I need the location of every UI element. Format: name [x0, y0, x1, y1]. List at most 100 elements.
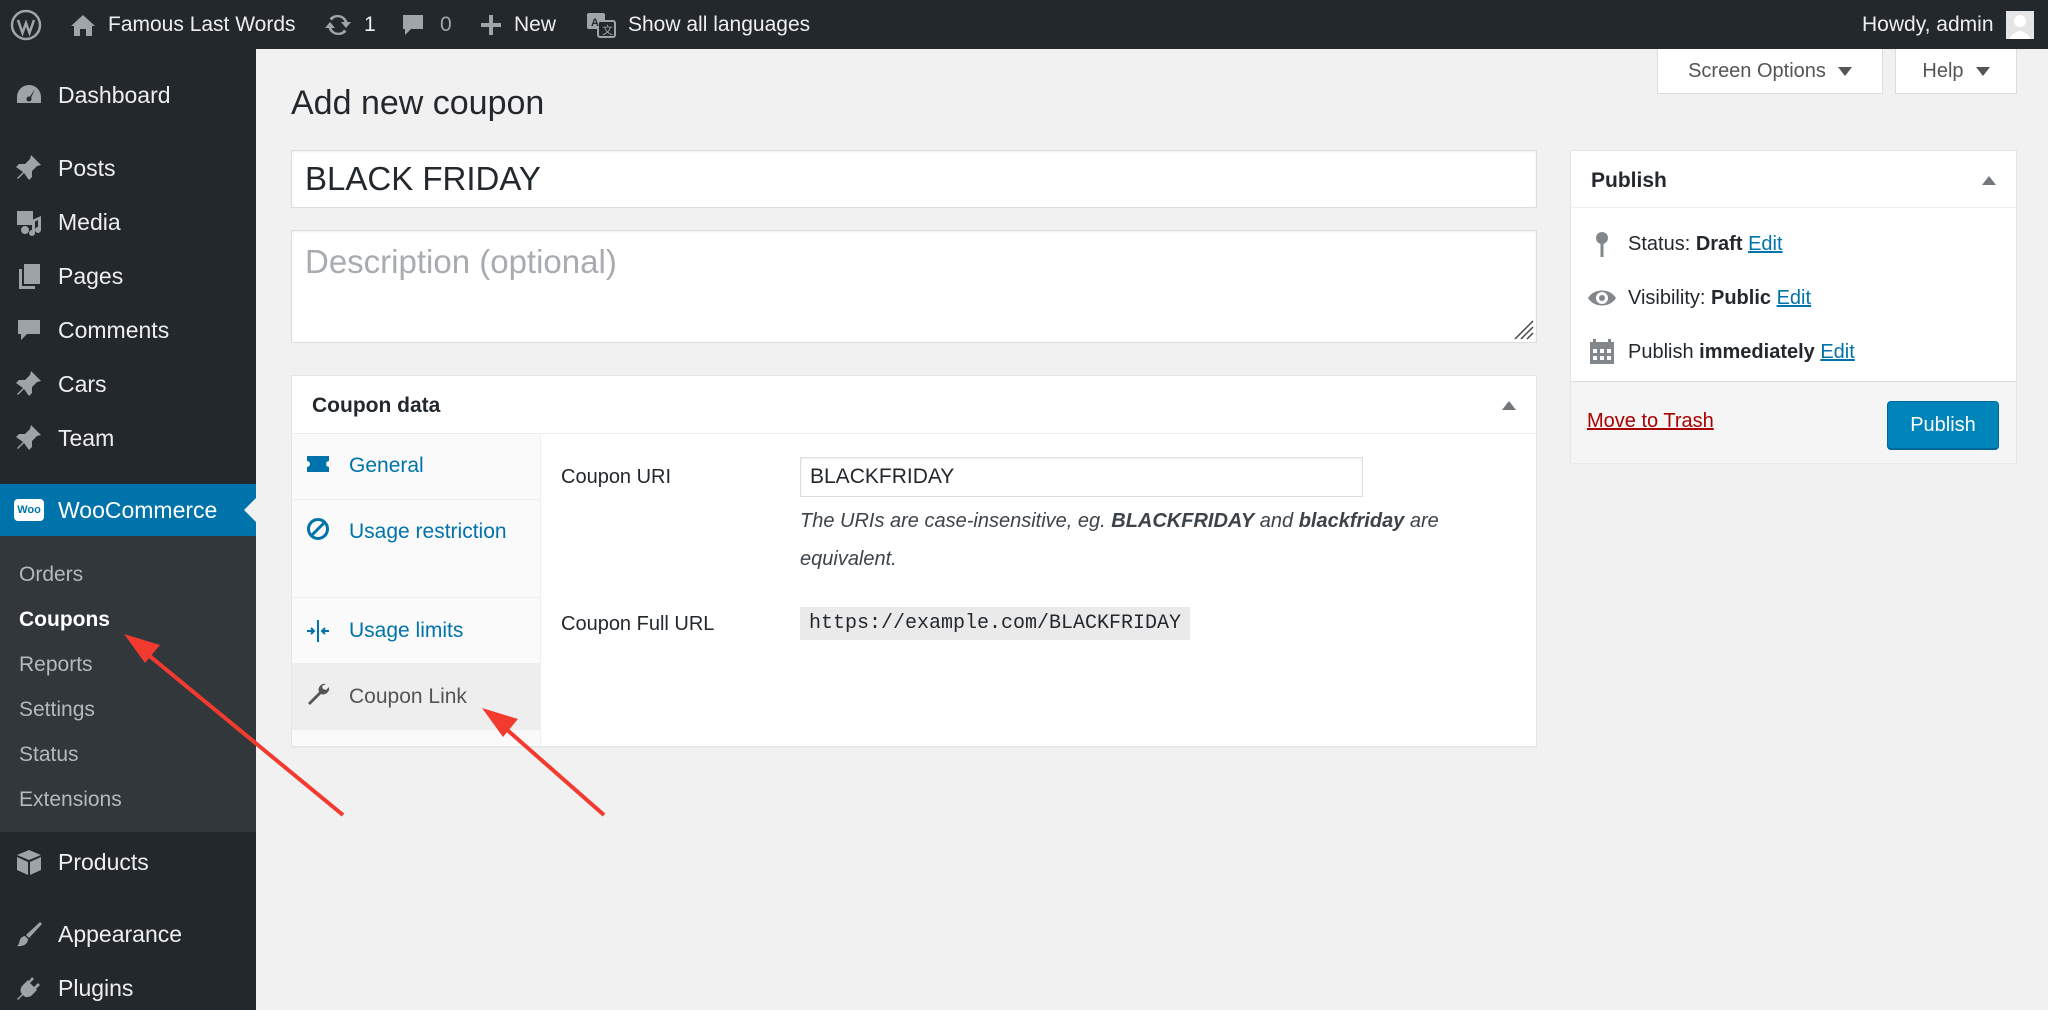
submenu-item-settings[interactable]: Settings: [19, 698, 95, 722]
sidebar-item-label: Pages: [58, 262, 124, 289]
tab-general[interactable]: General: [292, 434, 540, 500]
publish-header[interactable]: Publish: [1571, 151, 2016, 208]
schedule-label: Publish: [1628, 340, 1694, 363]
tab-usage-limits[interactable]: Usage limits: [292, 598, 540, 664]
sidebar-item-woocommerce[interactable]: Woo WooCommerce: [0, 484, 256, 536]
publish-actions: Move to Trash Publish: [1571, 381, 2016, 463]
coupon-data-tabs: General Usage restriction Usage limits C…: [292, 434, 541, 746]
publish-box: Publish Status: Draft Edit Visibility: P…: [1570, 150, 2017, 463]
collapse-arrow-icon[interactable]: [1982, 176, 1996, 185]
updates-count: 1: [364, 12, 376, 36]
description-textarea[interactable]: [291, 230, 1537, 343]
edit-status-link[interactable]: Edit: [1748, 233, 1782, 255]
coupon-uri-help: The URIs are case-insensitive, eg. BLACK…: [800, 502, 1530, 578]
languages-menu[interactable]: A文 Show all languages: [586, 0, 810, 49]
greeting: Howdy, admin: [1862, 12, 1994, 36]
sidebar-item-label: WooCommerce: [58, 496, 218, 523]
screen-options-tab[interactable]: Screen Options: [1657, 49, 1883, 94]
help-text-bold: blackfriday: [1298, 510, 1405, 532]
woo-icon-text: Woo: [17, 504, 41, 516]
pages-icon: [14, 261, 44, 291]
svg-text:文: 文: [602, 23, 613, 37]
sidebar-item-label: Comments: [58, 316, 170, 343]
updates-menu[interactable]: 1: [324, 0, 376, 49]
schedule-value: immediately: [1699, 340, 1815, 363]
ticket-icon: [306, 452, 330, 476]
limits-icon: [306, 619, 330, 643]
sidebar-item-label: Plugins: [58, 974, 134, 1001]
sidebar-item-cars[interactable]: Cars: [0, 357, 256, 411]
chevron-down-icon: [1975, 66, 1990, 76]
sidebar-item-products[interactable]: Products: [0, 835, 256, 889]
sidebar-item-appearance[interactable]: Appearance: [0, 907, 256, 961]
coupon-full-url-label: Coupon Full URL: [561, 613, 715, 635]
comments-menu[interactable]: 0: [400, 0, 452, 49]
submenu-item-reports[interactable]: Reports: [19, 653, 93, 677]
translate-icon: A文: [586, 11, 616, 39]
submenu-item-coupons[interactable]: Coupons: [19, 608, 110, 632]
sidebar-item-label: Cars: [58, 370, 107, 397]
account-menu[interactable]: Howdy, admin: [1862, 0, 2034, 49]
pin-icon: [14, 369, 44, 399]
sidebar-item-dashboard[interactable]: Dashboard: [0, 68, 256, 122]
pin-icon: [14, 153, 44, 183]
visibility-label: Visibility:: [1628, 286, 1706, 309]
visibility-value: Public: [1711, 286, 1772, 309]
screen-options-label: Screen Options: [1688, 59, 1826, 82]
submenu-item-orders[interactable]: Orders: [19, 563, 83, 587]
tab-usage-restriction[interactable]: Usage restriction: [292, 500, 540, 598]
coupon-code-input[interactable]: [291, 150, 1537, 208]
sidebar-item-comments[interactable]: Comments: [0, 303, 256, 357]
help-text-part: and: [1259, 510, 1294, 532]
svg-text:A: A: [591, 17, 599, 29]
tab-label: Coupon Link: [349, 685, 467, 708]
help-tab[interactable]: Help: [1895, 49, 2017, 94]
sidebar-item-label: Products: [58, 848, 149, 875]
edit-visibility-link[interactable]: Edit: [1777, 287, 1811, 309]
sidebar-item-label: Media: [58, 208, 121, 235]
tab-coupon-link[interactable]: Coupon Link: [292, 664, 540, 730]
brush-icon: [14, 919, 44, 949]
move-to-trash-link[interactable]: Move to Trash: [1587, 410, 1714, 433]
help-text-part: The URIs are case-insensitive, eg.: [800, 510, 1106, 532]
submenu-item-status[interactable]: Status: [19, 743, 79, 767]
edit-schedule-link[interactable]: Edit: [1820, 341, 1854, 363]
home-icon: [70, 13, 96, 37]
resize-handle-icon[interactable]: [1512, 318, 1534, 340]
site-menu[interactable]: Famous Last Words: [70, 0, 296, 49]
eye-icon: [1587, 283, 1617, 313]
sidebar-item-team[interactable]: Team: [0, 411, 256, 465]
sidebar-item-label: Dashboard: [58, 81, 171, 108]
new-content-menu[interactable]: New: [480, 0, 556, 49]
status-label: Status:: [1628, 232, 1691, 255]
current-menu-arrow: [244, 498, 256, 522]
new-label: New: [514, 12, 557, 36]
media-icon: [14, 207, 44, 237]
tab-label: Usage limits: [349, 619, 464, 642]
admin-sidebar: Dashboard Posts Media Pages Comments Car…: [0, 49, 256, 1010]
tab-label: Usage restriction: [349, 520, 507, 543]
coupon-uri-input[interactable]: [800, 457, 1363, 497]
help-text-bold: BLACKFRIDAY: [1111, 510, 1255, 532]
coupon-uri-label: Coupon URI: [561, 466, 672, 488]
collapse-arrow-icon[interactable]: [1502, 401, 1516, 410]
comments-count: 0: [440, 12, 452, 36]
sidebar-item-plugins[interactable]: Plugins: [0, 961, 256, 1010]
sidebar-item-posts[interactable]: Posts: [0, 141, 256, 195]
calendar-icon: [1587, 337, 1617, 367]
comment-icon: [400, 13, 426, 37]
admin-bar: Famous Last Words 1 0 New A文 Show all la…: [0, 0, 2048, 49]
publish-title: Publish: [1591, 169, 1667, 192]
submenu-item-extensions[interactable]: Extensions: [19, 788, 122, 812]
sidebar-item-pages[interactable]: Pages: [0, 249, 256, 303]
sidebar-item-label: Posts: [58, 154, 116, 181]
publish-button[interactable]: Publish: [1887, 401, 1999, 449]
sidebar-item-media[interactable]: Media: [0, 195, 256, 249]
woo-icon: Woo: [14, 499, 44, 521]
plus-icon: [480, 14, 502, 36]
status-value: Draft: [1695, 232, 1743, 255]
dashboard-icon: [14, 80, 44, 110]
wordpress-logo-icon[interactable]: [10, 0, 42, 49]
wrench-icon: [306, 682, 330, 706]
coupon-data-header[interactable]: Coupon data: [292, 376, 1536, 434]
